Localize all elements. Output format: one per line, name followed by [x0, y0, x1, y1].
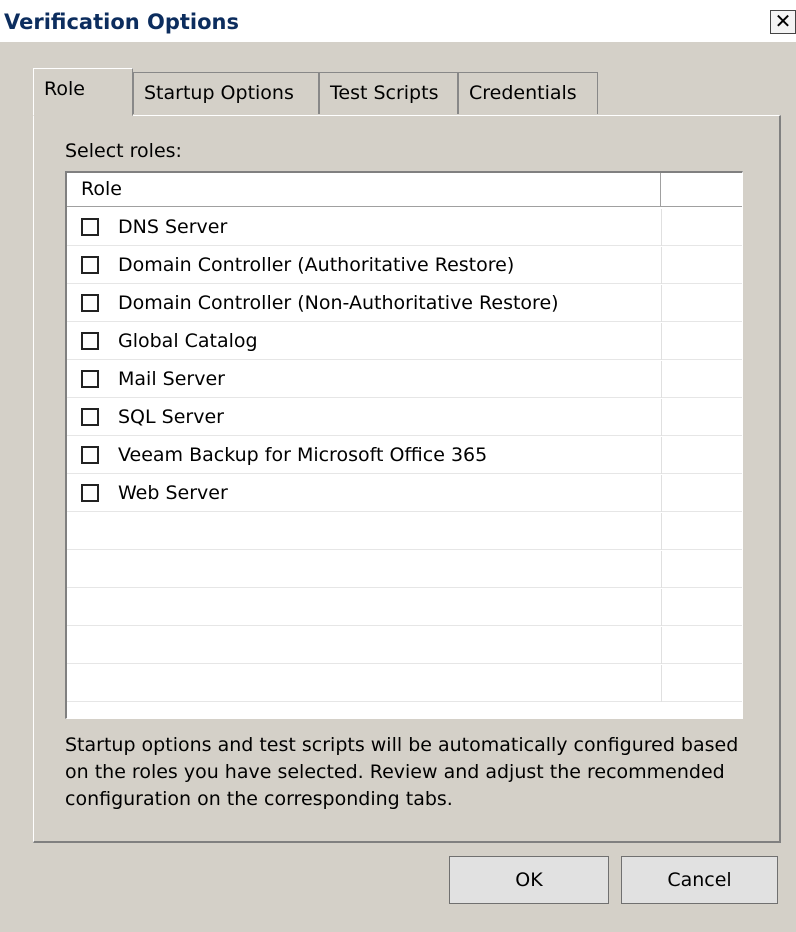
window-title: Verification Options: [4, 10, 240, 34]
close-icon: ✕: [774, 9, 792, 33]
role-checkbox[interactable]: [81, 332, 99, 350]
tab-role[interactable]: Role: [33, 68, 133, 116]
role-checkbox[interactable]: [81, 446, 99, 464]
role-row-dc-authoritative[interactable]: Domain Controller (Authoritative Restore…: [67, 247, 742, 284]
role-label: DNS Server: [118, 216, 228, 238]
role-label: Veeam Backup for Microsoft Office 365: [118, 444, 488, 466]
empty-row: [67, 589, 742, 626]
tab-startup-options-label: Startup Options: [144, 82, 294, 104]
role-label: SQL Server: [118, 406, 224, 428]
tab-role-label: Role: [44, 78, 85, 100]
role-label: Global Catalog: [118, 330, 258, 352]
select-roles-label: Select roles:: [65, 140, 182, 162]
extra-column-header[interactable]: [661, 173, 742, 206]
empty-row: [67, 513, 742, 550]
role-label: Web Server: [118, 482, 228, 504]
role-row-mail-server[interactable]: Mail Server: [67, 361, 742, 398]
tab-credentials-label: Credentials: [469, 82, 577, 104]
role-row-dc-non-authoritative[interactable]: Domain Controller (Non-Authoritative Res…: [67, 285, 742, 322]
role-row-dns-server[interactable]: DNS Server: [67, 209, 742, 246]
empty-row: [67, 627, 742, 664]
ok-button[interactable]: OK: [449, 856, 609, 904]
role-row-veeam-office365[interactable]: Veeam Backup for Microsoft Office 365: [67, 437, 742, 474]
role-label: Domain Controller (Authoritative Restore…: [118, 254, 515, 276]
role-row-web-server[interactable]: Web Server: [67, 475, 742, 512]
cancel-button[interactable]: Cancel: [621, 856, 778, 904]
tab-startup-options[interactable]: Startup Options: [133, 72, 319, 114]
tab-credentials[interactable]: Credentials: [458, 72, 598, 114]
roles-list[interactable]: Role DNS Server Domain Controller (Autho…: [65, 171, 743, 719]
role-row-sql-server[interactable]: SQL Server: [67, 399, 742, 436]
close-button[interactable]: ✕: [770, 10, 796, 34]
title-bar: Verification Options ✕: [0, 0, 796, 42]
role-checkbox[interactable]: [81, 294, 99, 312]
empty-row: [67, 551, 742, 588]
roles-list-header: Role: [67, 173, 742, 207]
role-checkbox[interactable]: [81, 484, 99, 502]
tab-test-scripts-label: Test Scripts: [330, 82, 439, 104]
role-column-header[interactable]: Role: [67, 173, 661, 206]
role-checkbox[interactable]: [81, 370, 99, 388]
info-text: Startup options and test scripts will be…: [65, 734, 739, 810]
tab-test-scripts[interactable]: Test Scripts: [319, 72, 458, 114]
role-row-global-catalog[interactable]: Global Catalog: [67, 323, 742, 360]
role-checkbox[interactable]: [81, 256, 99, 274]
role-checkbox[interactable]: [81, 408, 99, 426]
role-label: Mail Server: [118, 368, 225, 390]
role-checkbox[interactable]: [81, 218, 99, 236]
empty-row: [67, 665, 742, 702]
role-label: Domain Controller (Non-Authoritative Res…: [118, 292, 559, 314]
